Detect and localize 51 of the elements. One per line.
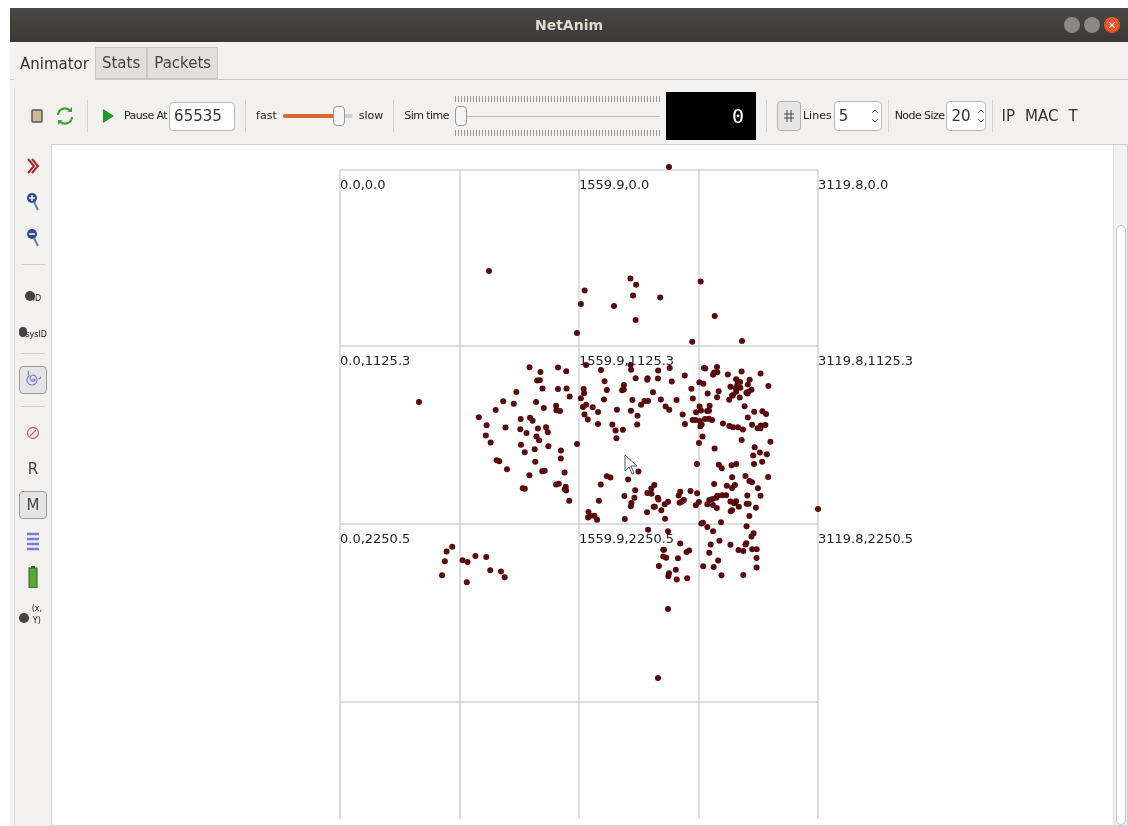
display-toggle[interactable]: IP (999, 104, 1017, 128)
cursor-icon (624, 454, 638, 475)
spiral-button[interactable] (19, 366, 47, 394)
spin-box[interactable]: 20 (946, 101, 987, 131)
speed-slow-label: slow (358, 107, 384, 124)
sim-time-handle[interactable] (455, 106, 467, 126)
spin-box[interactable]: 5 (833, 101, 882, 131)
grid-coordinate-label: 3119.8,2250.5 (818, 532, 914, 545)
refresh-icon (57, 107, 73, 125)
hash-icon (784, 110, 794, 122)
grid-coordinate-label: 1559.9,1125.3 (579, 354, 675, 367)
tab[interactable]: Packets (147, 47, 219, 79)
display-toggle[interactable]: T (1066, 104, 1080, 128)
node-label-button[interactable]: (x, Y) (19, 599, 47, 627)
node-label-button[interactable]: sysID (19, 313, 47, 341)
spiral-icon (25, 371, 41, 389)
speed-fast-label: fast (256, 107, 277, 124)
mode-toggle[interactable]: R (19, 455, 47, 483)
minimize-button[interactable] (1064, 17, 1080, 33)
pause-at-field[interactable]: 65535 (169, 101, 236, 131)
grid-button[interactable] (777, 101, 801, 131)
grid-coordinate-label: 3119.8,1125.3 (818, 354, 914, 367)
window-title: NetAnim (534, 15, 604, 35)
window-icon (31, 109, 43, 123)
close-icon (1109, 22, 1115, 28)
time-display: 0 (666, 92, 756, 140)
grid-coordinate-label: 1559.9,0.0 (579, 178, 650, 191)
zoom-in-icon (26, 192, 40, 212)
lines-label: Lines (803, 107, 832, 124)
mode-toggle[interactable]: M (19, 491, 47, 519)
tab[interactable]: Stats (94, 47, 148, 79)
pause-at-label: Pause At (124, 107, 168, 124)
prohibited-icon (26, 426, 40, 440)
grid-coordinate-label: 0.0,1125.3 (340, 354, 411, 367)
zoom-out-icon (26, 228, 40, 248)
node-label-button[interactable]: ID (19, 277, 47, 305)
grid-coordinate-label: 0.0,2250.5 (340, 532, 411, 545)
close-button[interactable] (1104, 17, 1120, 33)
grid-coordinate-label: 0.0,0.0 (340, 178, 386, 191)
speed-slider-handle[interactable] (332, 106, 345, 126)
display-toggle[interactable]: MAC (1022, 104, 1061, 128)
node-size-label: Node Size (894, 107, 945, 124)
sim-time-label: Sim time (404, 107, 449, 124)
chevron-icon (26, 158, 40, 174)
grid-coordinate-label: 1559.9,2250.5 (579, 532, 675, 545)
battery-icon (28, 566, 38, 588)
play-icon (102, 109, 114, 123)
grid-coordinate-label: 3119.8,0.0 (818, 178, 889, 191)
stacked-lines-icon (27, 531, 39, 551)
scrollbar-thumb[interactable] (1115, 225, 1126, 825)
vertical-scrollbar[interactable] (1113, 145, 1127, 825)
